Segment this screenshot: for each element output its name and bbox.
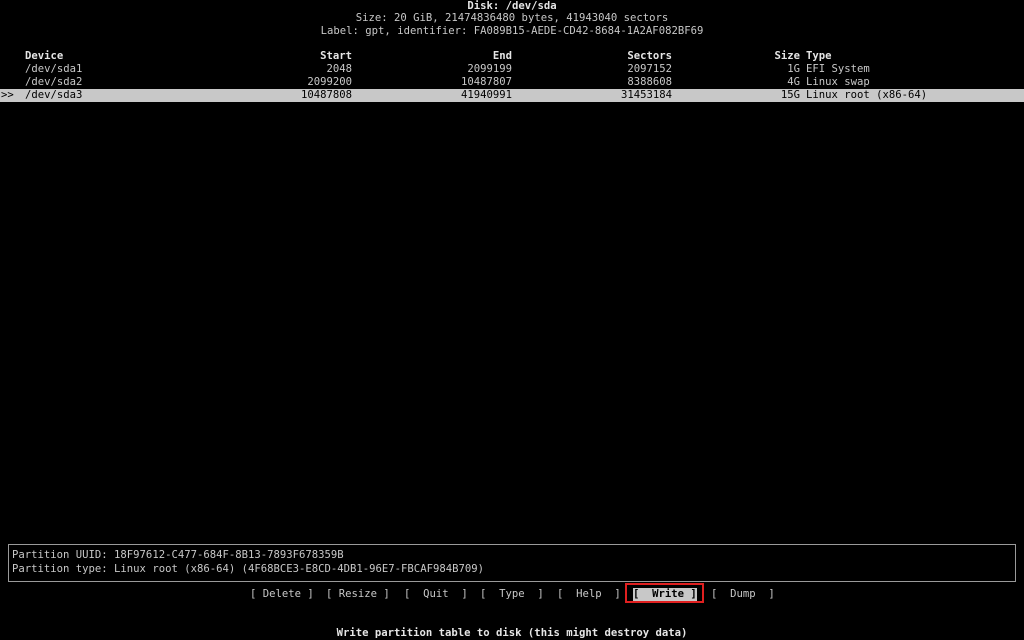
partition-size: 15G [780, 89, 800, 101]
partition-type: EFI System [806, 63, 870, 75]
partition-type-line: Partition type: Linux root (x86-64) (4F6… [12, 563, 484, 575]
partition-row-sda3[interactable]: >> /dev/sda3 10487808 41940991 31453184 … [0, 89, 1024, 102]
dump-button[interactable]: [ Dump ] [711, 588, 775, 601]
partition-size: 1G [787, 63, 800, 75]
resize-button[interactable]: [ Resize ] [326, 588, 390, 601]
partition-type: Linux root (x86-64) [806, 89, 928, 101]
partition-start: 10487808 [300, 89, 352, 101]
col-size-header: Size [774, 50, 800, 62]
partition-device: /dev/sda3 [25, 89, 83, 101]
quit-button[interactable]: [ Quit ] [404, 588, 468, 601]
write-button[interactable]: [ Write ] [633, 588, 697, 601]
delete-button[interactable]: [ Delete ] [250, 588, 314, 601]
partition-start: 2099200 [307, 76, 352, 88]
col-start-header: Start [320, 50, 352, 62]
row-marker: >> [1, 89, 14, 101]
partition-size: 4G [787, 76, 800, 88]
action-menu: [ Delete ] [ Resize ] [ Quit ] [ Type ] … [0, 583, 1024, 603]
partition-info-box: Partition UUID: 18F97612-C477-684F-8B13-… [8, 544, 1016, 582]
disk-size-line: Size: 20 GiB, 21474836480 bytes, 4194304… [355, 12, 669, 24]
partition-sectors: 31453184 [620, 89, 672, 101]
partition-start: 2048 [326, 63, 352, 75]
type-button[interactable]: [ Type ] [480, 588, 544, 601]
partition-end: 10487807 [460, 76, 512, 88]
partition-device: /dev/sda2 [25, 76, 83, 88]
partition-sectors: 2097152 [627, 63, 672, 75]
col-device-header: Device [25, 50, 64, 62]
status-hint: Write partition table to disk (this migh… [336, 627, 688, 639]
partition-device: /dev/sda1 [25, 63, 83, 75]
partition-type: Linux swap [806, 76, 870, 88]
col-sectors-header: Sectors [627, 50, 672, 62]
partition-sectors: 8388608 [627, 76, 672, 88]
partition-uuid-line: Partition UUID: 18F97612-C477-684F-8B13-… [12, 549, 344, 561]
help-button[interactable]: [ Help ] [557, 588, 621, 601]
table-header: Device Start End Sectors Size Type [0, 50, 1024, 63]
partition-end: 41940991 [460, 89, 512, 101]
partition-end: 2099199 [467, 63, 512, 75]
partition-row-sda1[interactable]: /dev/sda1 2048 2099199 2097152 1G EFI Sy… [0, 63, 1024, 76]
col-end-header: End [492, 50, 512, 62]
partition-row-sda2[interactable]: /dev/sda2 2099200 10487807 8388608 4G Li… [0, 76, 1024, 89]
disk-label-line: Label: gpt, identifier: FA089B15-AEDE-CD… [320, 25, 704, 37]
col-type-header: Type [806, 50, 832, 62]
